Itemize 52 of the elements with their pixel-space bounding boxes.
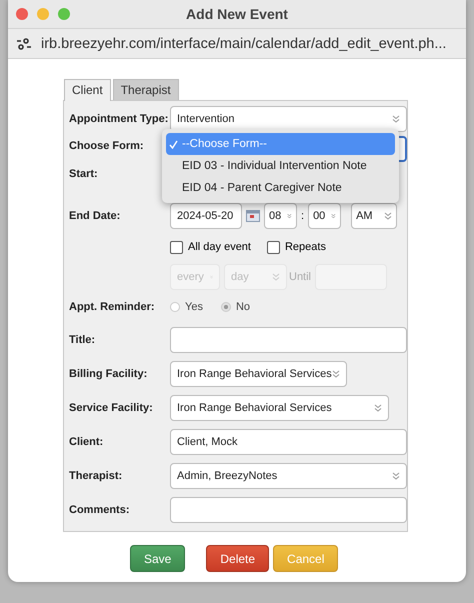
field-label: Appointment Type: [69,112,170,124]
tab[interactable]: Client [64,79,111,101]
select-field[interactable]: Intervention [170,106,407,132]
chevron-icon [384,212,392,220]
chevron-icon [332,370,340,378]
checkbox[interactable] [170,240,183,254]
chevron-icon [287,212,292,220]
field-label: Therapist: [69,470,124,482]
minute-select[interactable]: 00 [308,203,342,229]
settings-icon[interactable] [16,38,32,50]
tab[interactable]: Therapist [112,79,179,100]
select-field[interactable]: Iron Range Behavioral Services [170,395,389,421]
hour-select[interactable]: 08 [264,203,297,229]
field-label: Appt. Reminder: [69,301,156,313]
text-field[interactable] [170,497,407,523]
time-separator: : [301,210,304,222]
field-label: Choose Form: [69,139,145,152]
chevron-icon [374,404,382,412]
ampm-select[interactable]: AM [351,203,398,229]
text-field[interactable] [170,327,407,353]
field-label: Title: [69,334,96,346]
zoom-button[interactable] [58,8,70,20]
field-label: End Date: [69,210,122,222]
checkbox[interactable] [266,240,280,254]
field-label: Client: [69,436,104,448]
checkbox-label: Repeats [284,241,326,253]
date-field[interactable]: 2024-05-20 [170,203,242,229]
chevron-icon [392,472,400,480]
radio-label: Yes [185,301,203,313]
radio-label: No [236,301,250,313]
save-button[interactable]: Save [130,545,186,572]
checkmark-icon [169,140,178,148]
field-label: Billing Facility: [69,368,148,380]
minimize-button[interactable] [37,8,49,20]
window-title: Add New Event [186,6,288,22]
select-field[interactable]: Iron Range Behavioral Services [170,361,347,387]
chevron-icon [392,114,400,122]
field-label: Service Facility: [69,402,154,414]
chevron-icon [331,212,336,220]
field-label: Comments: [69,504,131,516]
field-label: Start: [69,167,99,180]
delete-button[interactable]: Delete [206,545,270,572]
url-text[interactable]: irb.breezyehr.com/interface/main/calendar/add_edit_event.ph... [41,36,446,52]
text-field[interactable]: Client, Mock [170,429,407,455]
calendar-icon[interactable] [246,210,260,222]
dropdown-option[interactable]: EID 03 - Individual Intervention Note [166,155,395,177]
dropdown-option[interactable]: EID 04 - Parent Caregiver Note [166,177,395,199]
checkbox-label: All day event [188,241,251,253]
until-label: Until [289,271,312,283]
close-button[interactable] [16,8,28,20]
chevron-icon [272,273,280,281]
select-field[interactable]: Admin, BreezyNotes [170,463,407,489]
